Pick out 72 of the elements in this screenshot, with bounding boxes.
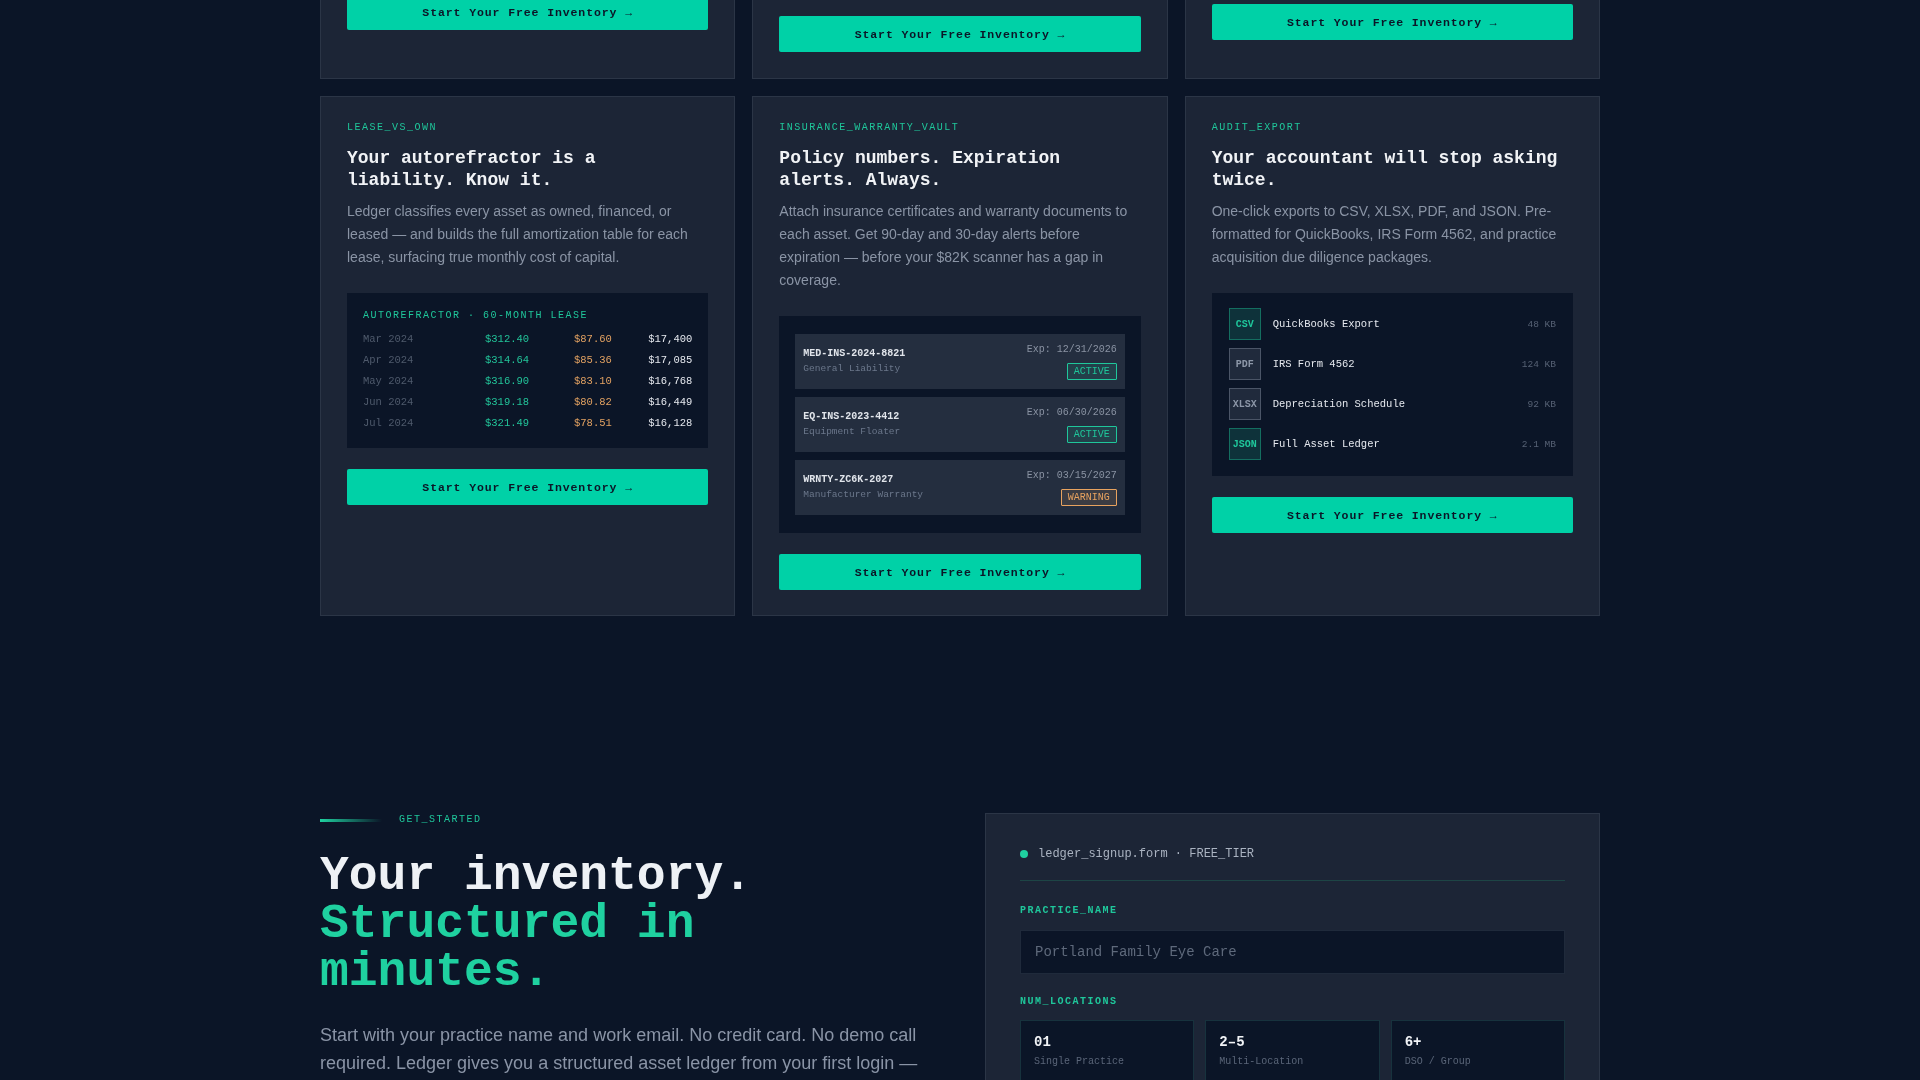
start-inventory-button[interactable]: Start Your Free Inventory → [347, 469, 709, 505]
file-size: 2.1 MB [1521, 438, 1556, 450]
table-cell: $16,449 [648, 395, 693, 408]
card-title: Policy numbers. Expiration alerts. Always. [779, 147, 1062, 191]
table-cell: $17,400 [648, 332, 693, 345]
section-eyebrow: GET_STARTED [399, 813, 482, 827]
accent-line [320, 818, 382, 822]
table-cell: $16,768 [648, 374, 693, 387]
file-name: Depreciation Schedule [1272, 398, 1405, 410]
table-cell-text: Mar 2024 [363, 332, 415, 345]
field-label: PRACTICE_NAME [1020, 904, 1119, 918]
card-eyebrow: INSURANCE_WARRANTY_VAULT [779, 121, 961, 135]
file-name: IRS Form 4562 [1272, 358, 1355, 370]
policy-number: WRNTY-ZC6K-2027 [803, 473, 895, 487]
file-name: QuickBooks Export [1272, 318, 1380, 330]
file-format-tag: CSV [1228, 308, 1261, 340]
start-inventory-button[interactable]: Start Your Free Inventory → [779, 16, 1141, 52]
table-cell-text: $319.18 [485, 395, 531, 408]
expiration-date: Exp: 12/31/2026 [1026, 343, 1117, 357]
status-badge: ACTIVE [1066, 363, 1117, 380]
table-cell-text: $87.60 [574, 332, 613, 345]
table-cell-text: $83.10 [574, 374, 613, 387]
table-cell-text: $316.90 [485, 374, 531, 387]
dot-icon [1020, 850, 1028, 858]
policy-type: Equipment Floater [803, 425, 901, 439]
card-title: Your autorefractor is a liability. Know it. [347, 147, 597, 191]
status-badge: WARNING [1060, 489, 1117, 506]
card-description: One-click exports to CSV, XLSX, PDF, and JSON. Pre-formatted for QuickBooks, IRS Form 4562, and practice acquisition due diligence packages. [1211, 202, 1558, 267]
policy-type: Manufacturer Warranty [803, 488, 924, 502]
table-cell: $17,085 [648, 353, 693, 366]
policy-number: EQ-INS-2023-4412 [803, 410, 901, 424]
section-description: Start with your practice name and work email. No credit card. No demo call required. Ledger gives you a structured asset ledger from your first login — [320, 1024, 919, 1075]
card-eyebrow: AUDIT_EXPORT [1211, 121, 1303, 135]
table-cell: $16,128 [648, 416, 693, 429]
card-eyebrow: LEASE_VS_OWN [347, 121, 438, 135]
file-size: 48 KB [1527, 318, 1556, 330]
file-format-tag: JSON [1228, 428, 1261, 460]
file-name: Full Asset Ledger [1272, 438, 1380, 450]
table-cell-text: May 2024 [363, 374, 415, 387]
field-label: NUM_LOCATIONS [1020, 995, 1119, 1009]
location-option[interactable]: 6+ DSO / Group [1390, 1020, 1565, 1080]
table-cell-text: $321.49 [485, 416, 531, 429]
table-cell-text: $314.64 [485, 353, 531, 366]
location-option[interactable]: 01 Single Practice [1020, 1020, 1195, 1080]
location-option[interactable]: 2–5 Multi-Location [1205, 1020, 1380, 1080]
file-size: 124 KB [1521, 358, 1556, 370]
card-title: Your accountant will stop asking twice. [1211, 147, 1559, 191]
table-cell-text: Jun 2024 [363, 395, 415, 408]
table-cell-text: $78.51 [574, 416, 613, 429]
section-heading: Your inventory. Structured in minutes. [320, 852, 754, 996]
policy-type: General Liability [803, 362, 902, 376]
start-inventory-button[interactable]: Start Your Free Inventory → [779, 554, 1141, 590]
practice-name-input[interactable]: Portland Family Eye Care [1020, 930, 1565, 974]
file-format-tag: XLSX [1228, 388, 1261, 420]
table-title: AUTOREFRACTOR · 60-MONTH LEASE [363, 309, 590, 323]
expiration-date: Exp: 03/15/2027 [1026, 469, 1117, 483]
file-size: 92 KB [1527, 398, 1556, 410]
card-description: Ledger classifies every asset as owned, financed, or leased — and builds the full amortization table for each lease, surfacing true monthly cost of capital. [347, 202, 689, 267]
status-badge: ACTIVE [1066, 426, 1117, 443]
table-cell-text: $85.36 [574, 353, 613, 366]
table-cell-text: $312.40 [485, 332, 531, 345]
form-title: ledger_signup.form · FREE_TIER [1038, 846, 1255, 862]
card-description: Attach insurance certificates and warranty documents to each asset. Get 90-day and 30-day alerts before expiration — before your $82K scanner has a gap in coverage. [779, 202, 1129, 290]
table-cell-text: $80.82 [574, 395, 613, 408]
file-format-tag: PDF [1228, 348, 1261, 380]
start-inventory-button[interactable]: Start Your Free Inventory → [1211, 4, 1573, 40]
table-cell-text: Jul 2024 [363, 416, 415, 429]
expiration-date: Exp: 06/30/2026 [1026, 406, 1117, 420]
policy-number: MED-INS-2024-8821 [803, 347, 906, 361]
start-inventory-button[interactable]: Start Your Free Inventory → [1211, 497, 1573, 533]
table-cell-text: Apr 2024 [363, 353, 415, 366]
start-inventory-button[interactable]: Start Your Free Inventory → [347, 0, 709, 30]
